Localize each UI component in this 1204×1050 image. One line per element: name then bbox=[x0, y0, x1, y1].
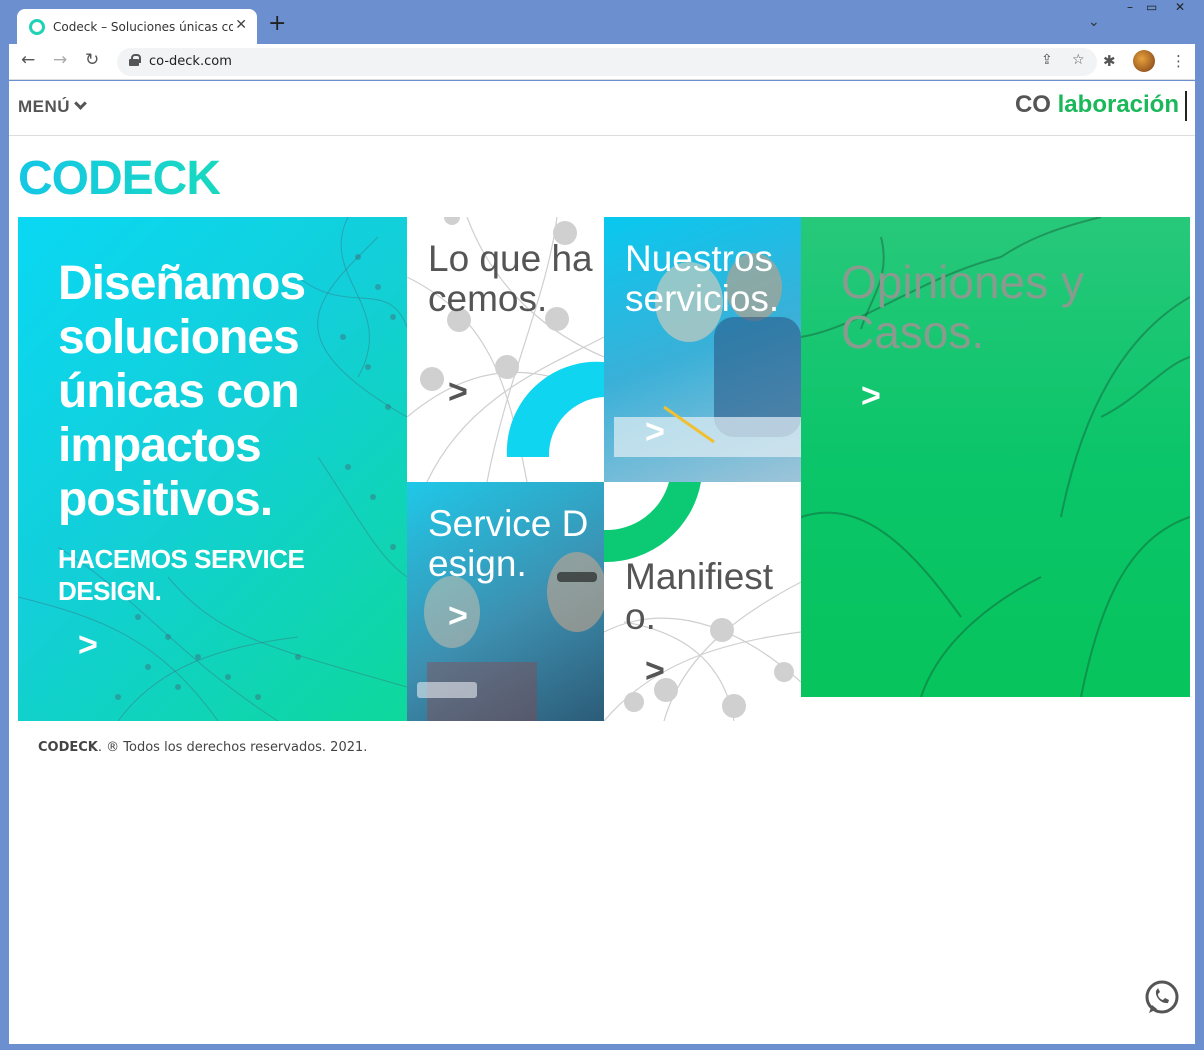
address-bar[interactable]: co-deck.com ⇪ ☆ bbox=[117, 48, 1097, 76]
back-icon[interactable]: ← bbox=[21, 50, 35, 70]
collab-prefix: CO bbox=[1014, 91, 1051, 118]
browser-tab[interactable]: Codeck – Soluciones únicas con impactos … bbox=[17, 9, 257, 44]
service-design-arrow-icon[interactable]: > bbox=[448, 599, 468, 633]
logo-text: CODECK bbox=[18, 152, 221, 205]
manifiesto-arrow-icon[interactable]: > bbox=[645, 654, 665, 688]
browser-tabstrip: Codeck – Soluciones únicas con impactos … bbox=[0, 0, 1204, 44]
menu-button[interactable]: MENÚ bbox=[18, 97, 87, 117]
close-tab-icon[interactable]: ✕ bbox=[235, 17, 247, 33]
extensions-icon[interactable]: ✱ bbox=[1103, 52, 1116, 70]
lock-icon[interactable] bbox=[129, 54, 141, 66]
footer-brand: CODECK bbox=[38, 740, 98, 755]
new-tab-button[interactable]: + bbox=[268, 13, 286, 35]
share-icon[interactable]: ⇪ bbox=[1041, 52, 1053, 68]
url-text[interactable]: co-deck.com bbox=[149, 54, 232, 69]
site-logo[interactable]: CODECK bbox=[18, 152, 221, 205]
forward-icon[interactable]: → bbox=[53, 50, 67, 70]
menu-label: MENÚ bbox=[18, 97, 71, 116]
collab-cursor-bar bbox=[1185, 91, 1187, 121]
close-window-button[interactable]: ✕ bbox=[1175, 0, 1185, 14]
tab-title: Codeck – Soluciones únicas con impactos … bbox=[53, 19, 233, 34]
reload-icon[interactable]: ↻ bbox=[85, 50, 99, 70]
hero-title: Diseñamos soluciones únicas con impactos… bbox=[58, 257, 306, 526]
window-frame-bottom bbox=[0, 1044, 1204, 1050]
chevron-down-icon bbox=[74, 97, 87, 110]
page-viewport: MENÚ CO laboración CODECK Diseñamos solu… bbox=[9, 81, 1195, 1044]
profile-avatar[interactable] bbox=[1133, 50, 1155, 72]
nuestros-servicios-tile[interactable]: Nuestros servicios. > bbox=[604, 217, 801, 482]
site-footer: CODECK. ® Todos los derechos reservados.… bbox=[38, 740, 367, 755]
browser-menu-icon[interactable]: ⋮ bbox=[1171, 52, 1186, 70]
footer-text: . ® Todos los derechos reservados. 2021. bbox=[97, 740, 368, 755]
bookmark-star-icon[interactable]: ☆ bbox=[1072, 52, 1085, 68]
manifiesto-title: Manifiesto. bbox=[625, 556, 774, 637]
lo-que-hacemos-title: Lo que hacemos. bbox=[428, 238, 593, 319]
service-design-tile[interactable]: Service Design. > bbox=[407, 482, 604, 721]
collaboration-link[interactable]: CO laboración bbox=[1015, 91, 1179, 119]
lo-que-hacemos-tile[interactable]: Lo que hacemos. > bbox=[407, 217, 604, 482]
hero-subtitle: HACEMOS SERVICE DESIGN. bbox=[58, 544, 305, 606]
opiniones-casos-title: Opiniones y Casos. bbox=[841, 256, 1084, 358]
tab-search-icon[interactable]: ⌄ bbox=[1088, 14, 1100, 30]
lo-que-hacemos-arrow-icon[interactable]: > bbox=[448, 375, 468, 409]
collab-suffix: laboración bbox=[1057, 91, 1179, 118]
maximize-button[interactable]: ▭ bbox=[1146, 0, 1157, 14]
hero-arrow-icon[interactable]: > bbox=[78, 628, 98, 662]
nuestros-servicios-arrow-icon[interactable]: > bbox=[645, 415, 665, 449]
opiniones-casos-tile[interactable]: Opiniones y Casos. > bbox=[801, 217, 1190, 697]
hero-tile[interactable]: Diseñamos soluciones únicas con impactos… bbox=[18, 217, 407, 721]
minimize-button[interactable]: – bbox=[1127, 0, 1133, 14]
nuestros-servicios-title: Nuestros servicios. bbox=[625, 238, 780, 319]
manifiesto-tile[interactable]: Manifiesto. > bbox=[604, 482, 801, 721]
site-header: MENÚ CO laboración bbox=[9, 81, 1195, 136]
favicon-icon bbox=[29, 18, 45, 35]
opiniones-casos-arrow-icon[interactable]: > bbox=[861, 379, 881, 413]
whatsapp-icon[interactable] bbox=[1143, 979, 1181, 1017]
service-design-title: Service Design. bbox=[428, 503, 589, 584]
browser-toolbar: ← → ↻ co-deck.com ⇪ ☆ ✱ ⋮ bbox=[9, 44, 1195, 80]
